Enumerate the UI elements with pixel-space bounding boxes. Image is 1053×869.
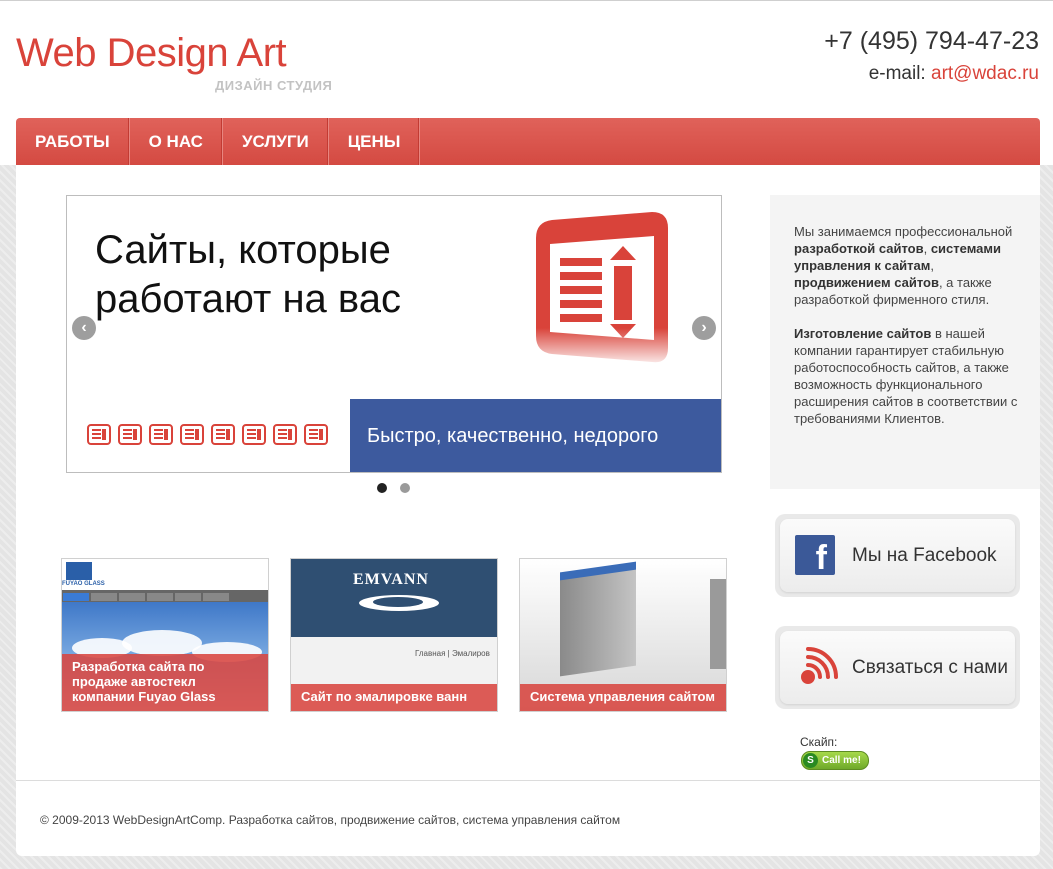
mini-website-icon	[149, 424, 173, 445]
nav-item-works[interactable]: РАБОТЫ	[16, 118, 130, 165]
about-paragraph-1: Мы занимаемся профессиональной разработк…	[794, 224, 1013, 307]
footer: © 2009-2013 WebDesignArtComp. Разработка…	[16, 780, 1040, 856]
logo-subtitle: ДИЗАЙН СТУДИЯ	[215, 78, 333, 93]
portfolio-thumbnail: EMVANN	[291, 559, 497, 637]
facebook-label: Мы на Facebook	[852, 544, 997, 566]
logo-title[interactable]: Web Design Art	[16, 31, 287, 76]
nav-item-services[interactable]: УСЛУГИ	[223, 118, 329, 165]
about-box: Мы занимаемся профессиональной разработк…	[770, 195, 1040, 489]
slider-dot-2[interactable]	[400, 483, 410, 493]
emvann-nav: Главная | Эмалиров	[415, 649, 490, 658]
slide-tagline: Быстро, качественно, недорого	[350, 399, 721, 472]
mini-website-icon	[211, 424, 235, 445]
slider-next-icon[interactable]: ›	[692, 316, 716, 340]
mini-website-icon	[273, 424, 297, 445]
hero-slider: Сайты, которые работают на вас Быстро, к…	[66, 195, 722, 473]
main-nav: РАБОТЫ О НАС УСЛУГИ ЦЕНЫ	[16, 118, 1040, 165]
portfolio-item-cms[interactable]: Система управления сайтом	[519, 558, 727, 712]
mini-website-icon	[118, 424, 142, 445]
email-label: e-mail:	[868, 63, 926, 84]
website-icon	[522, 212, 682, 368]
mini-icon-row	[87, 424, 328, 445]
portfolio-item-emvann[interactable]: EMVANN Главная | Эмалиров Сайт по эмалир…	[290, 558, 498, 712]
skype-icon: S	[803, 753, 818, 768]
fuyao-logo-text: FUYAO GLASS	[62, 581, 105, 587]
phone-number: +7 (495) 794-47-23	[824, 27, 1039, 55]
skype-call-button[interactable]: S Call me!	[801, 751, 869, 770]
portfolio-caption: Разработка сайта по продаже автостекл ко…	[62, 654, 268, 711]
facebook-button[interactable]: f Мы на Facebook	[775, 514, 1020, 597]
mini-website-icon	[242, 424, 266, 445]
fuyao-logo	[66, 562, 92, 580]
portfolio-caption: Сайт по эмалировке ванн	[291, 684, 497, 711]
contact-label: Связаться с нами	[852, 656, 1008, 678]
slide-headline: Сайты, которые работают на вас	[95, 226, 401, 324]
nav-item-about[interactable]: О НАС	[130, 118, 223, 165]
portfolio-item-fuyao[interactable]: FUYAO GLASS Разработка сайта по продаже …	[61, 558, 269, 712]
email-link[interactable]: art@wdac.ru	[931, 63, 1039, 84]
slider-prev-icon[interactable]: ‹	[72, 316, 96, 340]
signal-icon	[801, 647, 838, 684]
nav-item-prices[interactable]: ЦЕНЫ	[329, 118, 421, 165]
about-paragraph-2: Изготовление сайтов в нашей компании гар…	[794, 326, 1018, 426]
footer-copyright: © 2009-2013 WebDesignArtComp. Разработка…	[40, 813, 621, 827]
slide-headline-line2: работают на вас	[95, 277, 401, 321]
mini-website-icon	[87, 424, 111, 445]
facebook-icon: f	[795, 535, 835, 575]
emvann-logo: EMVANN	[353, 571, 429, 588]
portfolio-caption: Система управления сайтом	[520, 684, 726, 711]
software-box-image	[560, 565, 636, 677]
contact-button[interactable]: Связаться с нами	[775, 626, 1020, 709]
about-text: Мы занимаемся профессиональной разработк…	[794, 223, 1024, 427]
mini-website-icon	[304, 424, 328, 445]
slide-headline-line1: Сайты, которые	[95, 228, 391, 272]
skype-label: Скайп:	[800, 735, 838, 749]
email-line: e-mail: art@wdac.ru	[869, 63, 1039, 85]
skype-button-label: Call me!	[822, 755, 861, 766]
slider-dot-1[interactable]	[377, 483, 387, 493]
mini-website-icon	[180, 424, 204, 445]
